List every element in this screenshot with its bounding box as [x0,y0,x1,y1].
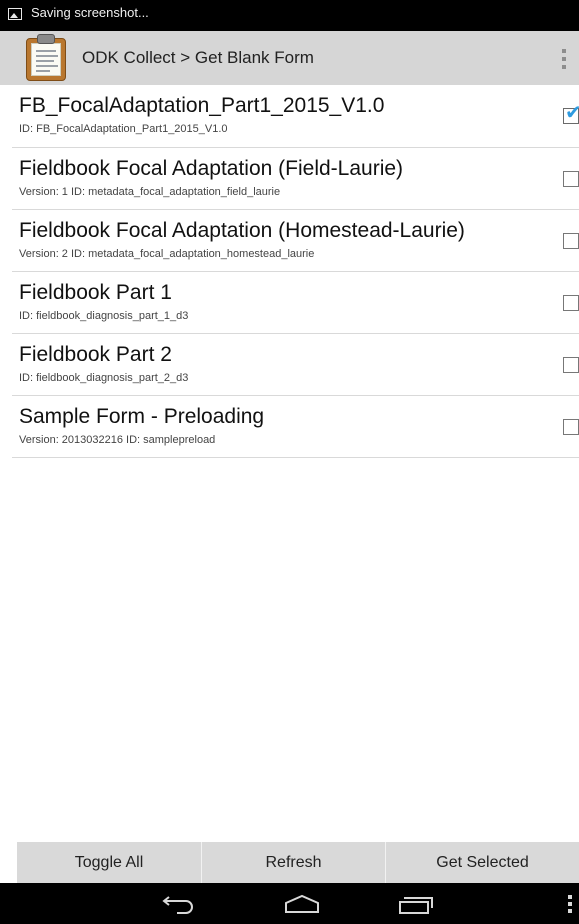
screenshot-icon [8,7,22,20]
form-meta: Version: 2 ID: metadata_focal_adaptation… [19,248,315,260]
form-checkbox[interactable] [563,357,579,373]
list-item[interactable]: Fieldbook Part 2 ID: fieldbook_diagnosis… [12,334,579,396]
page-title: ODK Collect > Get Blank Form [82,48,314,67]
clipboard-paper [31,43,61,76]
form-name: Fieldbook Part 2 [19,343,172,366]
navigation-bar [0,883,579,924]
form-checkbox[interactable] [563,295,579,311]
list-item[interactable]: FB_FocalAdaptation_Part1_2015_V1.0 ID: F… [12,85,579,148]
form-meta: ID: FB_FocalAdaptation_Part1_2015_V1.0 [19,123,228,135]
status-bar: Saving screenshot... [0,0,579,31]
clipboard-icon[interactable] [26,34,70,82]
list-item[interactable]: Fieldbook Focal Adaptation (Homestead-La… [12,210,579,272]
list-item[interactable]: Fieldbook Focal Adaptation (Field-Laurie… [12,148,579,210]
form-checkbox[interactable]: ✔ [563,103,579,124]
form-name: Fieldbook Focal Adaptation (Homestead-La… [19,219,465,242]
form-meta: Version: 1 ID: metadata_focal_adaptation… [19,186,281,198]
form-name: Fieldbook Focal Adaptation (Field-Laurie… [19,157,404,180]
form-list: FB_FocalAdaptation_Part1_2015_V1.0 ID: F… [12,85,579,458]
check-icon: ✔ [565,102,579,124]
form-checkbox[interactable] [563,171,579,187]
refresh-button[interactable]: Refresh [202,842,386,883]
list-item[interactable]: Fieldbook Part 1 ID: fieldbook_diagnosis… [12,272,579,334]
action-bar: ODK Collect > Get Blank Form [0,31,579,85]
home-icon[interactable] [283,891,321,915]
overflow-menu-icon[interactable] [561,49,567,69]
form-name: FB_FocalAdaptation_Part1_2015_V1.0 [19,94,385,117]
form-name: Fieldbook Part 1 [19,281,172,304]
form-name: Sample Form - Preloading [19,405,265,428]
bottom-button-bar: Toggle All Refresh Get Selected [17,842,579,883]
status-text: Saving screenshot... [31,5,149,20]
form-checkbox[interactable] [563,233,579,249]
menu-icon[interactable] [568,895,573,913]
back-icon[interactable] [159,891,197,915]
list-item[interactable]: Sample Form - Preloading Version: 201303… [12,396,579,458]
form-meta: Version: 2013032216 ID: samplepreload [19,434,216,446]
form-checkbox[interactable] [563,419,579,435]
form-meta: ID: fieldbook_diagnosis_part_1_d3 [19,310,189,322]
form-meta: ID: fieldbook_diagnosis_part_2_d3 [19,372,189,384]
toggle-all-button[interactable]: Toggle All [17,842,202,883]
clipboard-clip [37,34,55,44]
get-selected-button[interactable]: Get Selected [386,842,579,883]
recent-apps-icon[interactable] [397,891,435,915]
